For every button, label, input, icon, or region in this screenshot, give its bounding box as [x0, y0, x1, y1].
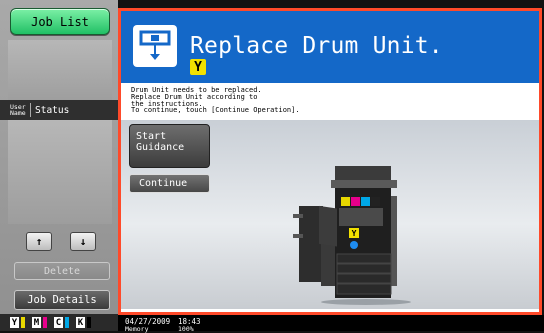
toner-level-bar: [87, 317, 91, 328]
left-panel: Job List User Name Status ↑ ↓ Delete Job…: [0, 0, 118, 331]
instruction-message: Drum Unit needs to be replaced. Replace …: [131, 86, 300, 115]
delete-button[interactable]: Delete: [14, 262, 110, 280]
scroll-up-button[interactable]: ↑: [26, 232, 52, 251]
down-arrow-icon: ↓: [79, 235, 87, 248]
title-bar: Replace Drum Unit. Y: [121, 11, 539, 83]
status-bar: 04/27/2009 18:43 Memory 100%: [118, 315, 544, 333]
job-list-area: [8, 40, 112, 103]
job-list-button[interactable]: Job List: [10, 8, 110, 35]
svg-text:Y: Y: [352, 229, 357, 238]
toner-label: M: [32, 317, 41, 328]
memory-label: Memory: [125, 325, 149, 333]
job-list-header: User Name Status: [0, 100, 118, 120]
toner-label: Y: [10, 317, 19, 328]
scroll-down-button[interactable]: ↓: [70, 232, 96, 251]
toner-color-badge: Y: [190, 59, 206, 75]
toner-level-bar: [21, 317, 25, 328]
up-arrow-icon: ↑: [35, 235, 43, 248]
page-title: Replace Drum Unit.: [190, 33, 443, 59]
toner-cyan: C: [54, 317, 69, 328]
toner-label: C: [54, 317, 63, 328]
job-list-body: [8, 120, 112, 224]
main-screen: Replace Drum Unit. Y Drum Unit needs to …: [118, 8, 542, 315]
status-header: Status: [30, 103, 69, 117]
start-guidance-label: Start Guidance: [136, 131, 185, 153]
copier-illustration: Y: [293, 166, 411, 305]
continue-label: Continue: [139, 178, 188, 189]
toner-level-bar: [43, 317, 47, 328]
toner-yellow: Y: [10, 317, 25, 328]
continue-button[interactable]: Continue: [129, 174, 210, 193]
drum-unit-icon: [133, 25, 177, 67]
job-details-button[interactable]: Job Details: [14, 290, 110, 310]
user-name-header: User Name: [10, 102, 26, 117]
guidance-area: Start Guidance Continue Y: [121, 120, 539, 309]
toner-label: K: [76, 317, 85, 328]
toner-levels: Y M C K: [0, 314, 118, 331]
start-guidance-button[interactable]: Start Guidance: [129, 124, 210, 168]
toner-level-bar: [65, 317, 69, 328]
memory-value: 100%: [178, 325, 194, 333]
toner-black: K: [76, 317, 91, 328]
toner-magenta: M: [32, 317, 47, 328]
